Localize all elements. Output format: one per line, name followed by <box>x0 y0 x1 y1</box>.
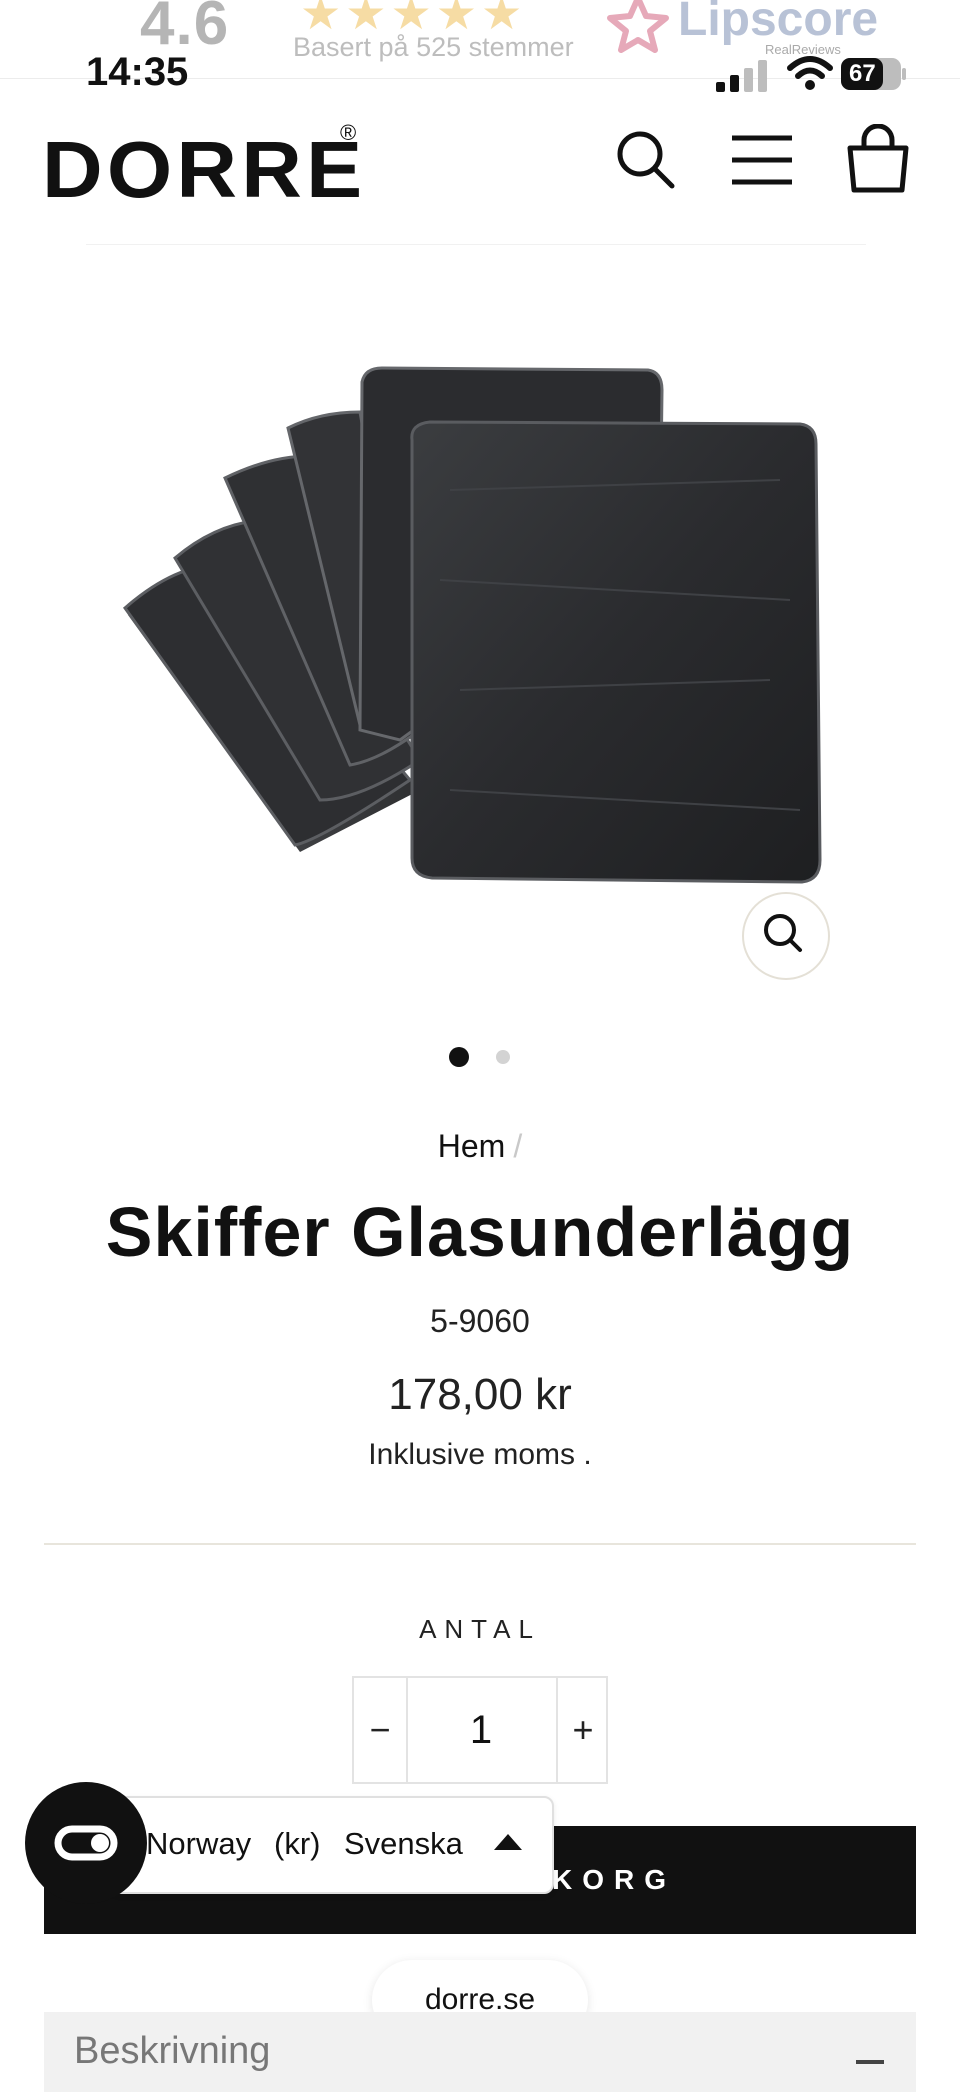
zoom-button[interactable] <box>742 892 830 980</box>
shopping-bag-icon <box>847 124 909 193</box>
locale-currency: (kr) <box>274 1826 321 1861</box>
description-accordion[interactable]: Beskrivning <box>44 2012 916 2092</box>
registered-mark: ® <box>340 120 357 145</box>
collapse-minus-icon <box>856 2060 884 2064</box>
battery-indicator: 67 <box>841 58 907 90</box>
quantity-increase-button[interactable]: + <box>556 1678 608 1782</box>
cart-button[interactable] <box>846 124 910 194</box>
store-logo[interactable]: DORRE <box>42 124 366 216</box>
breadcrumb-home-link[interactable]: Hem <box>438 1128 506 1164</box>
product-sku: 5-9060 <box>430 1303 530 1339</box>
quantity-stepper: − 1 + <box>352 1676 608 1784</box>
product-image[interactable] <box>120 360 830 900</box>
breadcrumb-separator: / <box>513 1128 523 1164</box>
status-time: 14:35 <box>86 50 189 94</box>
product-title: Skiffer Glasunderlägg <box>105 1193 855 1271</box>
accessibility-widget-button[interactable] <box>25 1782 147 1904</box>
wifi-icon <box>787 56 833 90</box>
rating-subtitle: Basert på 525 stemmer <box>293 32 574 62</box>
locale-selector[interactable]: Norway (kr) Svenska <box>110 1796 554 1894</box>
toggle-link-icon <box>54 1825 118 1861</box>
locale-country: Norway <box>146 1826 252 1861</box>
section-divider <box>44 1543 916 1545</box>
description-label: Beskrivning <box>74 2030 271 2072</box>
quantity-input[interactable]: 1 <box>408 1678 554 1782</box>
lipscore-brand: Lipscore <box>678 0 879 46</box>
locale-language: Svenska <box>344 1826 463 1861</box>
hamburger-icon <box>732 135 792 185</box>
gallery-dot-active[interactable] <box>449 1047 469 1067</box>
lipscore-tagline: RealReviews <box>765 42 841 57</box>
menu-button[interactable] <box>730 134 794 186</box>
search-icon <box>617 131 675 189</box>
magnifier-icon <box>764 914 802 952</box>
add-to-cart-label: KORG <box>552 1864 676 1895</box>
header-divider <box>86 244 866 245</box>
gallery-dot[interactable] <box>496 1050 510 1064</box>
quantity-label: ANTAL <box>419 1614 541 1644</box>
search-button[interactable] <box>614 128 676 190</box>
quantity-decrease-button[interactable]: − <box>354 1678 408 1782</box>
caret-up-icon <box>494 1834 522 1850</box>
lipscore-logo-icon <box>607 0 669 53</box>
coaster-stack <box>122 366 822 884</box>
cellular-signal-icon <box>716 60 767 92</box>
breadcrumb: Hem / <box>0 1128 960 1165</box>
battery-level: 67 <box>849 60 876 87</box>
product-price: 178,00 kr <box>388 1370 572 1419</box>
tax-note: Inklusive moms . <box>368 1438 592 1471</box>
